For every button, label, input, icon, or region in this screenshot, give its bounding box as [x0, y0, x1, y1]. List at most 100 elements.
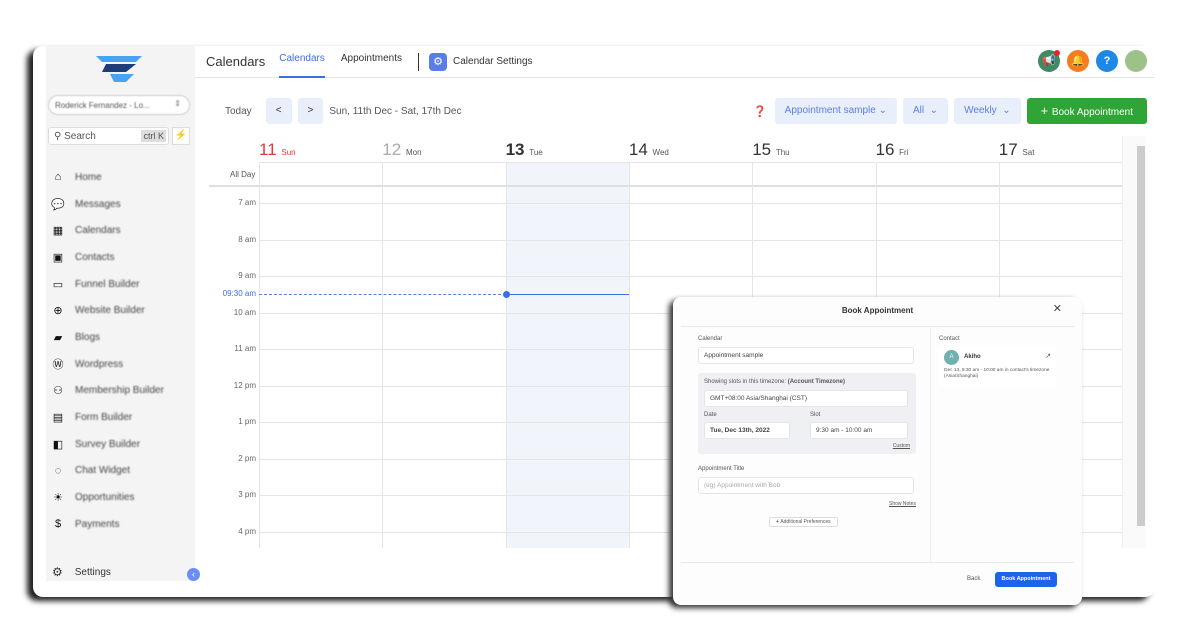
slot-value: 9:30 am - 10:00 am — [816, 427, 873, 434]
next-week-button[interactable]: > — [297, 98, 324, 124]
calendar-icon: ▦ — [52, 225, 64, 238]
day-name: Sat — [1022, 148, 1035, 157]
calendar-filter-value: Appointment sample — [784, 105, 876, 116]
calendar-filter-dropdown[interactable]: Appointment sample ⌄ — [774, 98, 897, 124]
sidebar-item-settings[interactable]: ⚙ Settings — [52, 565, 111, 579]
scrollbar[interactable] — [1122, 136, 1146, 548]
sidebar-item-label: Funnel Builder — [75, 278, 140, 290]
sidebar-item-website-builder[interactable]: ⊕ Website Builder — [51, 297, 164, 324]
day-header[interactable]: 15 Thu — [752, 136, 876, 163]
search-icon: ⚲ — [54, 131, 65, 142]
sidebar-item-calendars[interactable]: ▦ Calendars — [51, 217, 164, 244]
sidebar-item-chat-widget[interactable]: ◌ Chat Widget — [51, 458, 164, 485]
search-input[interactable]: ⚲ Search ctrl K — [48, 127, 169, 145]
hour-label: 10 am — [233, 307, 256, 317]
sidebar-item-messages[interactable]: 💬 Messages — [51, 191, 164, 218]
funnel-icon: ▭ — [52, 278, 64, 291]
wordpress-icon: Ⓦ — [52, 359, 64, 372]
hour-label: 11 am — [234, 344, 256, 353]
sidebar-item-label: Messages — [75, 198, 121, 210]
additional-label: Additional Preferences — [780, 519, 831, 525]
sidebar-item-survey-builder[interactable]: ◧ Survey Builder — [51, 431, 164, 458]
appointment-title-input[interactable]: (eg) Appointment with Bob — [698, 477, 914, 494]
timezone-label: Showing slots in this timezone: — [704, 379, 787, 385]
contact-label: Contact — [939, 336, 960, 342]
account-switcher[interactable]: Roderick Fernandez - Lo... ⇕ — [48, 95, 190, 115]
slot-select[interactable]: 9:30 am - 10:00 am — [810, 422, 908, 439]
sidebar-item-label: Opportunities — [75, 492, 135, 504]
help-icon[interactable]: ? — [1096, 50, 1118, 72]
settings-label: Settings — [74, 566, 111, 578]
column-divider — [505, 163, 507, 548]
book-label: Book Appointment — [1051, 107, 1133, 118]
day-header[interactable]: 12 Mon — [382, 136, 506, 163]
book-appointment-button[interactable]: + Book Appointment — [1026, 98, 1147, 124]
sidebar-item-opportunities[interactable]: ☀ Opportunities — [51, 484, 164, 511]
chevron-updown-icon: ⇕ — [174, 99, 181, 108]
day-header[interactable]: 13 Tue — [505, 136, 629, 163]
sidebar-item-label: Chat Widget — [75, 465, 131, 477]
top-bar: Calendars Calendars Appointments ⚙ Calen… — [195, 46, 1155, 78]
day-number: 16 — [875, 140, 895, 159]
contact-name: Akiho — [964, 354, 981, 360]
sidebar-item-membership-builder[interactable]: ⚇ Membership Builder — [51, 378, 164, 405]
day-header[interactable]: 14 Wed — [628, 136, 753, 163]
additional-preferences-button[interactable]: + Additional Preferences — [769, 517, 838, 527]
date-value: Tue, Dec 13th, 2022 — [710, 427, 770, 434]
sidebar-item-home[interactable]: ⌂ Home — [51, 164, 164, 191]
user-filter-dropdown[interactable]: All ⌄ — [903, 98, 949, 124]
sidebar-item-label: Contacts — [75, 251, 115, 263]
prev-week-button[interactable]: < — [265, 98, 292, 124]
hour-line — [259, 203, 1146, 204]
column-divider — [382, 163, 384, 548]
appointment-title-label: Appointment Title — [698, 466, 745, 472]
scrollbar-thumb[interactable] — [1137, 146, 1145, 526]
slot-label: Slot — [810, 412, 821, 418]
day-header[interactable]: 16 Fri — [875, 136, 999, 163]
hour-line — [259, 276, 1146, 277]
announcement-icon[interactable]: 📢 — [1038, 50, 1060, 72]
survey-icon: ◧ — [52, 438, 64, 451]
day-number: 15 — [752, 140, 772, 159]
tab-calendars[interactable]: Calendars — [279, 46, 325, 78]
show-notes-link[interactable]: Show Notes — [889, 501, 916, 507]
hour-label: 9 am — [238, 271, 256, 280]
sidebar-item-contacts[interactable]: ▣ Contacts — [51, 244, 164, 271]
sidebar-item-label: Blogs — [75, 331, 101, 343]
logo-icon — [96, 56, 142, 82]
modal-book-appointment-button[interactable]: Book Appointment — [995, 572, 1057, 587]
sidebar-item-blogs[interactable]: ▰ Blogs — [51, 324, 164, 351]
sidebar-item-payments[interactable]: $ Payments — [51, 511, 164, 538]
divider — [418, 52, 420, 71]
hour-label: 1 pm — [238, 417, 256, 426]
sidebar-item-funnel-builder[interactable]: ▭ Funnel Builder — [51, 271, 164, 298]
day-name: Tue — [529, 148, 543, 157]
collapse-sidebar-button[interactable]: ‹ — [187, 568, 200, 581]
hour-label: 2 pm — [238, 453, 256, 463]
day-number: 13 — [505, 140, 525, 159]
plus-icon: + — [1040, 103, 1052, 118]
day-header[interactable]: 11 Sun — [259, 136, 383, 163]
date-label: Date — [704, 412, 717, 418]
sidebar-item-form-builder[interactable]: ▤ Form Builder — [51, 404, 164, 431]
back-button[interactable]: Back — [967, 576, 980, 582]
sidebar-item-label: Payments — [75, 518, 120, 530]
view-dropdown[interactable]: Weekly ⌄ — [954, 98, 1021, 124]
today-button[interactable]: Today — [225, 106, 252, 117]
contacts-icon: ▣ — [52, 251, 64, 264]
calendar-select[interactable]: Appointment sample — [698, 347, 914, 364]
close-icon[interactable]: ✕ — [1053, 302, 1062, 315]
custom-link[interactable]: Custom — [893, 443, 910, 449]
tab-calendar-settings[interactable]: Calendar Settings — [453, 56, 533, 67]
external-link-icon[interactable]: ↗ — [1045, 352, 1051, 360]
timezone-select[interactable]: GMT+08:00 Asia/Shanghai (CST) — [704, 390, 908, 407]
tab-appointments[interactable]: Appointments — [341, 46, 402, 78]
sidebar-item-wordpress[interactable]: Ⓦ Wordpress — [51, 351, 164, 378]
bell-icon[interactable]: 🔔 — [1067, 50, 1089, 72]
chat-icon: 💬 — [51, 198, 65, 211]
avatar[interactable] — [1125, 50, 1147, 72]
date-input[interactable]: Tue, Dec 13th, 2022 — [704, 422, 790, 439]
day-header[interactable]: 17 Sat — [998, 136, 1123, 163]
quick-action-button[interactable]: ⚡ — [172, 127, 190, 145]
help-icon[interactable]: ❓ — [753, 105, 767, 118]
